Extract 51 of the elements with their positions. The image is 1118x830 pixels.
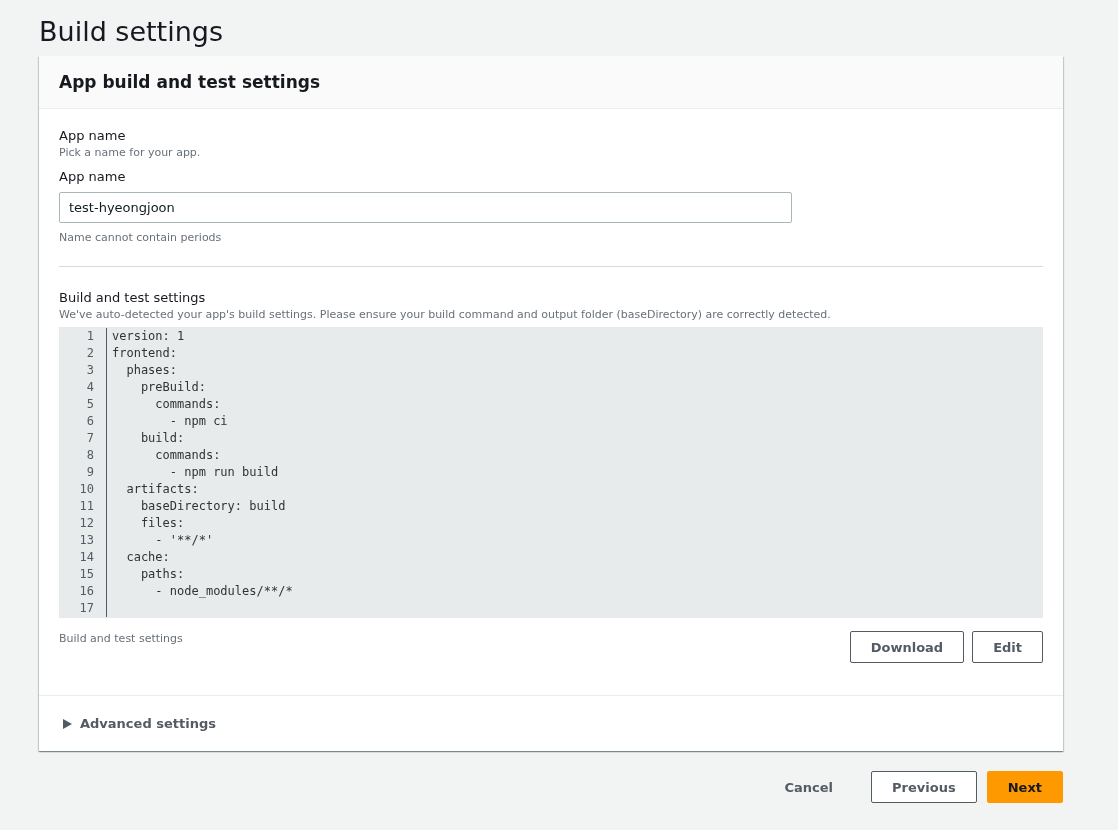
line-number: 11 [59, 498, 107, 515]
line-number: 6 [59, 413, 107, 430]
code-line: - node_modules/**/* [154, 583, 293, 600]
code-line: - '**/*' [154, 532, 214, 549]
line-number: 15 [59, 566, 107, 583]
line-number: 1 [59, 328, 107, 345]
page-title: Build settings [39, 15, 225, 49]
code-line: artifacts: [125, 481, 199, 498]
code-line: baseDirectory: build [139, 498, 286, 515]
advanced-settings-toggle[interactable]: Advanced settings [63, 716, 216, 731]
section-heading: App name [59, 127, 127, 145]
code-line: frontend: [111, 345, 178, 362]
line-number: 4 [59, 379, 107, 396]
editor-caption: Build and test settings [59, 631, 183, 647]
code-line: files: [139, 515, 185, 532]
line-number: 2 [59, 345, 107, 362]
line-number: 9 [59, 464, 107, 481]
code-line: version: 1 [111, 328, 185, 345]
cancel-link[interactable]: Cancel [784, 779, 862, 795]
line-number: 14 [59, 549, 107, 566]
caret-right-icon [63, 718, 72, 729]
section-description: Pick a name for your app. [59, 145, 202, 161]
code-editor[interactable] [59, 327, 1043, 618]
line-number: 8 [59, 447, 107, 464]
previous-button[interactable]: Previous [871, 771, 977, 803]
line-number: 3 [59, 362, 107, 379]
code-line: phases: [125, 362, 178, 379]
line-number: 17 [59, 600, 107, 617]
app-name-input[interactable]: test-hyeongjoon [59, 192, 792, 223]
line-number: 7 [59, 430, 107, 447]
code-line: - npm run build [168, 464, 279, 481]
code-line: paths: [139, 566, 185, 583]
next-button[interactable]: Next [986, 771, 1063, 803]
section-description: We've auto-detected your app's build settings. Please ensure your build command and output folder (baseDirectory) are correctly detected. [59, 307, 832, 323]
line-number: 10 [59, 481, 107, 498]
code-line: build: [139, 430, 185, 447]
code-line: preBuild: [139, 379, 206, 396]
edit-button[interactable]: Edit [972, 631, 1043, 663]
code-line: commands: [154, 396, 221, 413]
card-title: App build and test settings [59, 71, 322, 93]
line-number: 13 [59, 532, 107, 549]
code-line: - npm ci [168, 413, 228, 430]
download-button[interactable]: Download [849, 631, 965, 663]
line-number: 12 [59, 515, 107, 532]
field-label: App name [59, 168, 127, 186]
constraint-text: Name cannot contain periods [59, 230, 223, 246]
code-line: commands: [154, 447, 221, 464]
line-number: 5 [59, 396, 107, 413]
code-line: cache: [125, 549, 170, 566]
line-number: 16 [59, 583, 107, 600]
section-heading: Build and test settings [59, 289, 207, 307]
